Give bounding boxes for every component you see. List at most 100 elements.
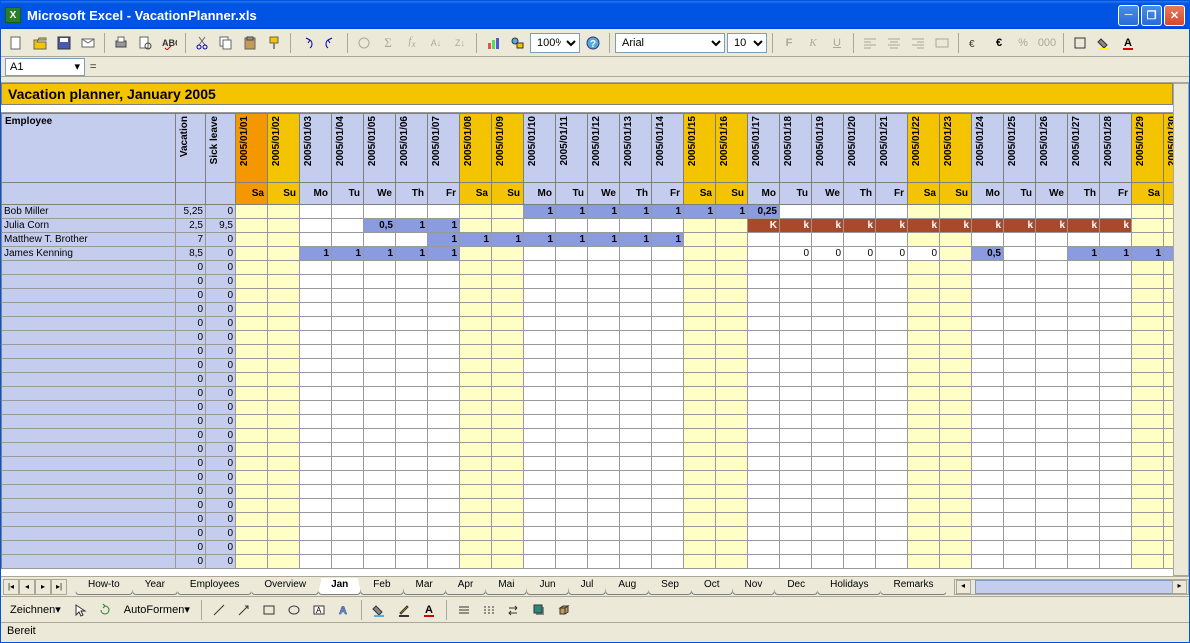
- day-cell[interactable]: [396, 359, 428, 373]
- day-cell[interactable]: [1164, 541, 1173, 555]
- day-cell[interactable]: [364, 233, 396, 247]
- header-date-25[interactable]: 2005/01/26: [1036, 113, 1068, 183]
- day-cell[interactable]: [876, 415, 908, 429]
- day-cell[interactable]: [1164, 359, 1173, 373]
- day-cell[interactable]: [684, 331, 716, 345]
- day-cell[interactable]: [748, 541, 780, 555]
- day-cell[interactable]: [588, 429, 620, 443]
- vacation-sum[interactable]: 0: [176, 275, 206, 289]
- header-date-28[interactable]: 2005/01/29: [1132, 113, 1164, 183]
- sick-sum[interactable]: 0: [206, 373, 236, 387]
- day-cell[interactable]: [716, 247, 748, 261]
- day-cell[interactable]: [364, 499, 396, 513]
- day-cell[interactable]: [684, 317, 716, 331]
- day-cell[interactable]: [1036, 303, 1068, 317]
- day-cell[interactable]: K: [748, 219, 780, 233]
- day-cell[interactable]: [908, 415, 940, 429]
- day-cell[interactable]: [908, 205, 940, 219]
- day-cell[interactable]: [1004, 247, 1036, 261]
- day-cell[interactable]: [1132, 303, 1164, 317]
- day-cell[interactable]: [524, 289, 556, 303]
- day-cell[interactable]: [940, 373, 972, 387]
- help-icon[interactable]: ?: [582, 32, 604, 54]
- day-cell[interactable]: [300, 317, 332, 331]
- day-cell[interactable]: [844, 541, 876, 555]
- day-cell[interactable]: [908, 387, 940, 401]
- empty-row[interactable]: 00: [1, 555, 1173, 569]
- sick-sum[interactable]: 0: [206, 429, 236, 443]
- day-cell[interactable]: [428, 289, 460, 303]
- day-cell[interactable]: [1068, 443, 1100, 457]
- day-cell[interactable]: [844, 429, 876, 443]
- day-cell[interactable]: [748, 485, 780, 499]
- day-cell[interactable]: [940, 387, 972, 401]
- day-cell[interactable]: [588, 387, 620, 401]
- day-cell[interactable]: [972, 513, 1004, 527]
- day-cell[interactable]: [492, 499, 524, 513]
- day-cell[interactable]: [492, 317, 524, 331]
- day-cell[interactable]: [268, 471, 300, 485]
- day-cell[interactable]: [492, 415, 524, 429]
- day-cell[interactable]: [1100, 513, 1132, 527]
- header-date-1[interactable]: 2005/01/02: [268, 113, 300, 183]
- day-cell[interactable]: [332, 485, 364, 499]
- day-cell[interactable]: [1132, 401, 1164, 415]
- spellcheck-icon[interactable]: ABC: [158, 32, 180, 54]
- employee-name[interactable]: [1, 317, 176, 331]
- day-cell[interactable]: [1068, 373, 1100, 387]
- day-cell[interactable]: [1036, 289, 1068, 303]
- day-cell[interactable]: [1100, 359, 1132, 373]
- header-date-14[interactable]: 2005/01/15: [684, 113, 716, 183]
- day-cell[interactable]: [620, 555, 652, 569]
- day-cell[interactable]: [492, 387, 524, 401]
- day-cell[interactable]: [844, 485, 876, 499]
- day-cell[interactable]: [908, 499, 940, 513]
- day-cell[interactable]: [620, 471, 652, 485]
- day-cell[interactable]: [908, 303, 940, 317]
- day-cell[interactable]: [300, 359, 332, 373]
- day-cell[interactable]: [684, 219, 716, 233]
- currency-icon[interactable]: €: [964, 32, 986, 54]
- day-cell[interactable]: [556, 331, 588, 345]
- day-cell[interactable]: [332, 527, 364, 541]
- day-cell[interactable]: [588, 527, 620, 541]
- day-cell[interactable]: [268, 219, 300, 233]
- sheet-tab-employees[interactable]: Employees: [177, 578, 252, 595]
- day-cell[interactable]: [748, 499, 780, 513]
- day-cell[interactable]: [1164, 415, 1173, 429]
- day-cell[interactable]: [652, 555, 684, 569]
- email-icon[interactable]: [77, 32, 99, 54]
- day-cell[interactable]: [428, 443, 460, 457]
- day-cell[interactable]: [1132, 541, 1164, 555]
- day-cell[interactable]: [748, 415, 780, 429]
- day-cell[interactable]: [716, 401, 748, 415]
- day-cell[interactable]: [620, 485, 652, 499]
- new-file-icon[interactable]: [5, 32, 27, 54]
- day-cell[interactable]: [588, 541, 620, 555]
- day-cell[interactable]: [652, 331, 684, 345]
- day-cell[interactable]: [364, 373, 396, 387]
- day-cell[interactable]: [332, 513, 364, 527]
- sheet-tab-dec[interactable]: Dec: [774, 578, 818, 595]
- day-cell[interactable]: [1036, 359, 1068, 373]
- day-cell[interactable]: [300, 345, 332, 359]
- drawing-icon[interactable]: [506, 32, 528, 54]
- day-cell[interactable]: [812, 555, 844, 569]
- day-cell[interactable]: [812, 443, 844, 457]
- sick-sum[interactable]: 0: [206, 401, 236, 415]
- day-cell[interactable]: [748, 373, 780, 387]
- day-cell[interactable]: 0: [876, 247, 908, 261]
- day-cell[interactable]: [1068, 275, 1100, 289]
- header-dow-13[interactable]: Fr: [652, 183, 684, 205]
- day-cell[interactable]: 1: [620, 205, 652, 219]
- day-cell[interactable]: [1068, 303, 1100, 317]
- day-cell[interactable]: [1100, 415, 1132, 429]
- day-cell[interactable]: [492, 471, 524, 485]
- day-cell[interactable]: [716, 429, 748, 443]
- sick-sum[interactable]: 0: [206, 331, 236, 345]
- day-cell[interactable]: [1068, 457, 1100, 471]
- day-cell[interactable]: [812, 499, 844, 513]
- day-cell[interactable]: [620, 499, 652, 513]
- empty-row[interactable]: 00: [1, 331, 1173, 345]
- sheet-tab-year[interactable]: Year: [132, 578, 178, 595]
